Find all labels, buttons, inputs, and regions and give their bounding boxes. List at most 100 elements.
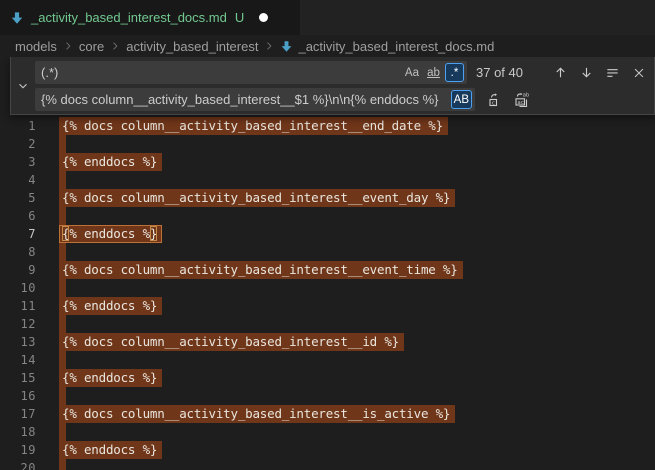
chevron-down-icon bbox=[16, 79, 30, 93]
regex-toggle[interactable]: .* bbox=[445, 63, 464, 82]
code-line[interactable]: 9 {% docs column__activity_based_interest… bbox=[0, 261, 655, 279]
find-match-highlight: {% enddocs %} bbox=[59, 153, 162, 171]
code-line[interactable]: 12 bbox=[0, 315, 655, 333]
find-nav-buttons bbox=[550, 62, 649, 83]
replace-input-wrap: AB bbox=[35, 88, 475, 111]
code-line[interactable]: 17{% docs column__activity_based_interes… bbox=[0, 405, 655, 423]
line-number[interactable]: 13 bbox=[0, 333, 36, 351]
replace-input[interactable] bbox=[41, 92, 449, 107]
code-line[interactable]: 20 bbox=[0, 459, 655, 470]
line-number[interactable]: 16 bbox=[0, 387, 36, 405]
code-line[interactable]: 7 {% enddocs %} bbox=[0, 225, 655, 243]
line-content bbox=[59, 279, 66, 297]
line-number[interactable]: 2 bbox=[0, 135, 36, 153]
find-match-highlight-empty bbox=[59, 315, 66, 333]
line-number[interactable]: 12 bbox=[0, 315, 36, 333]
preserve-case-toggle[interactable]: AB bbox=[451, 90, 472, 109]
breadcrumb: models core activity_based_interest _act… bbox=[0, 35, 655, 57]
code-line[interactable]: 6 bbox=[0, 207, 655, 225]
line-content bbox=[59, 315, 66, 333]
line-number[interactable]: 6 bbox=[0, 207, 36, 225]
line-content bbox=[59, 171, 66, 189]
breadcrumb-item-core[interactable]: core bbox=[79, 39, 104, 54]
line-number[interactable]: 9 bbox=[0, 261, 36, 279]
line-number[interactable]: 18 bbox=[0, 423, 36, 441]
line-content bbox=[59, 459, 66, 470]
line-number[interactable]: 5 bbox=[0, 189, 36, 207]
find-input[interactable] bbox=[41, 65, 400, 80]
find-match-highlight-empty bbox=[59, 207, 66, 225]
find-match-highlight: {% enddocs %} bbox=[59, 369, 162, 387]
code-line[interactable]: 5 {% docs column__activity_based_interest… bbox=[0, 189, 655, 207]
next-match-button[interactable] bbox=[576, 62, 597, 83]
find-match-highlight: {% enddocs %} bbox=[59, 441, 162, 459]
chevron-right-icon bbox=[263, 40, 275, 52]
modified-indicator-dot[interactable] bbox=[259, 13, 268, 22]
line-number[interactable]: 4 bbox=[0, 171, 36, 189]
toggle-replace-button[interactable] bbox=[11, 57, 35, 114]
tab-activity-based-interest-docs[interactable]: _activity_based_interest_docs.md U bbox=[0, 0, 300, 35]
replace-all-button[interactable]: ab ac bbox=[511, 89, 532, 110]
find-match-highlight-empty bbox=[59, 243, 66, 261]
line-content bbox=[59, 135, 66, 153]
find-in-selection-button[interactable] bbox=[602, 62, 623, 83]
breadcrumb-item-file[interactable]: _activity_based_interest_docs.md bbox=[298, 39, 494, 54]
line-number[interactable]: 11 bbox=[0, 297, 36, 315]
find-replace-widget: Aa ab .* 37 of 40 bbox=[10, 57, 655, 115]
code-line[interactable]: 13 {% docs column__activity_based_interes… bbox=[0, 333, 655, 351]
line-number[interactable]: 10 bbox=[0, 279, 36, 297]
line-number[interactable]: 20 bbox=[0, 459, 36, 470]
chevron-right-icon bbox=[109, 40, 121, 52]
editor-pane: Aa ab .* 37 of 40 bbox=[0, 57, 655, 470]
line-number[interactable]: 1 bbox=[0, 117, 36, 135]
line-content: {% enddocs %} bbox=[59, 369, 162, 387]
line-number[interactable]: 15 bbox=[0, 369, 36, 387]
close-icon[interactable] bbox=[628, 62, 649, 83]
find-input-wrap: Aa ab .* bbox=[35, 61, 467, 84]
code-line[interactable]: 16 bbox=[0, 387, 655, 405]
code-line[interactable]: 4 bbox=[0, 171, 655, 189]
line-number[interactable]: 14 bbox=[0, 351, 36, 369]
find-match-highlight: {% docs column__activity_based_interest_… bbox=[59, 189, 455, 207]
line-number[interactable]: 8 bbox=[0, 243, 36, 261]
code-line[interactable]: 11 {% enddocs %} bbox=[0, 297, 655, 315]
find-match-highlight-empty bbox=[59, 459, 66, 470]
code-line[interactable]: 10 bbox=[0, 279, 655, 297]
line-content: {% enddocs %} bbox=[59, 153, 162, 171]
line-content: {% enddocs %} bbox=[59, 297, 162, 315]
find-match-highlight-empty bbox=[59, 171, 66, 189]
code-line[interactable]: 2 bbox=[0, 135, 655, 153]
line-content bbox=[59, 423, 66, 441]
svg-text:c: c bbox=[491, 100, 494, 106]
breadcrumb-item-models[interactable]: models bbox=[15, 39, 57, 54]
breadcrumb-item-activity-based-interest[interactable]: activity_based_interest bbox=[126, 39, 258, 54]
find-match-highlight: {% enddocs %} bbox=[59, 297, 162, 315]
current-find-match: {% enddocs %} bbox=[59, 225, 162, 243]
code-line[interactable]: 15 {% enddocs %} bbox=[0, 369, 655, 387]
code-line[interactable]: 3 {% enddocs %} bbox=[0, 153, 655, 171]
find-match-highlight: {% docs column__activity_based_interest_… bbox=[59, 333, 404, 351]
tab-bar: _activity_based_interest_docs.md U bbox=[0, 0, 655, 35]
line-content bbox=[59, 243, 66, 261]
code-line[interactable]: 8 bbox=[0, 243, 655, 261]
code-line[interactable]: 19 {% enddocs %} bbox=[0, 441, 655, 459]
line-content bbox=[59, 387, 66, 405]
line-content bbox=[59, 351, 66, 369]
find-match-highlight: {% docs column__activity_based_interest_… bbox=[59, 261, 463, 279]
whole-word-toggle[interactable]: ab bbox=[424, 63, 443, 82]
replace-one-button[interactable]: c bbox=[484, 89, 505, 110]
line-content: {% docs column__activity_based_interest_… bbox=[59, 333, 404, 351]
line-number[interactable]: 17 bbox=[0, 405, 36, 423]
replace-row: AB c ab bbox=[35, 88, 649, 111]
replace-actions: c ab ac bbox=[484, 89, 532, 110]
match-case-toggle[interactable]: Aa bbox=[402, 63, 422, 82]
find-match-highlight-empty bbox=[59, 135, 66, 153]
line-number[interactable]: 19 bbox=[0, 441, 36, 459]
line-content bbox=[59, 207, 66, 225]
code-line[interactable]: 18 bbox=[0, 423, 655, 441]
previous-match-button[interactable] bbox=[550, 62, 571, 83]
code-line[interactable]: 14 bbox=[0, 351, 655, 369]
line-number[interactable]: 3 bbox=[0, 153, 36, 171]
code-line[interactable]: 1{% docs column__activity_based_interest… bbox=[0, 117, 655, 135]
line-number[interactable]: 7 bbox=[0, 225, 36, 243]
